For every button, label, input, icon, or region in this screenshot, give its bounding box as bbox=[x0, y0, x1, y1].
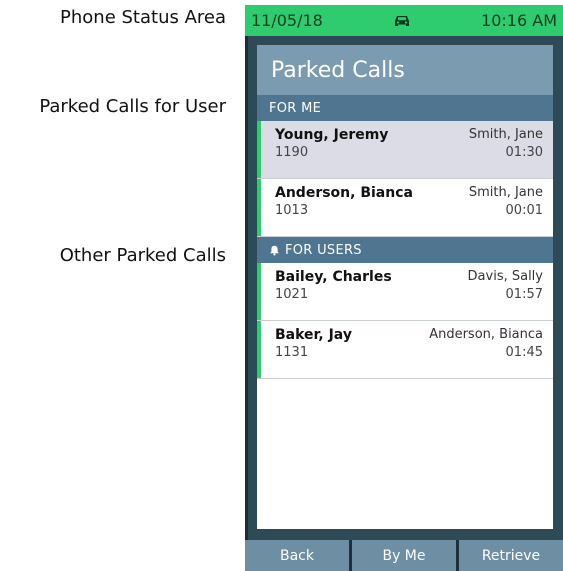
row-accent bbox=[257, 263, 261, 320]
parked-call-row[interactable]: Bailey, Charles Davis, Sally 1021 01:57 bbox=[257, 263, 553, 321]
caller-name: Young, Jeremy bbox=[275, 127, 389, 143]
caller-extension: 1021 bbox=[275, 287, 309, 302]
caller-name: Anderson, Bianca bbox=[275, 185, 413, 201]
caller-extension: 1190 bbox=[275, 145, 309, 160]
section-header-for-me: FOR ME bbox=[257, 95, 553, 121]
parked-by: Anderson, Bianca bbox=[429, 327, 543, 342]
parked-call-row[interactable]: Young, Jeremy Smith, Jane 1190 01:30 bbox=[257, 121, 553, 179]
parked-calls-panel: Parked Calls FOR ME Young, Jeremy Smith,… bbox=[257, 45, 553, 529]
section-header-label: FOR USERS bbox=[285, 242, 362, 258]
row-accent bbox=[257, 179, 261, 236]
status-bar: 11/05/18 10:16 AM bbox=[245, 5, 563, 36]
softkey-bar: Back By Me Retrieve bbox=[245, 540, 563, 571]
status-date: 11/05/18 bbox=[251, 11, 323, 30]
screen-edge bbox=[245, 36, 248, 540]
page-title: Parked Calls bbox=[257, 45, 553, 95]
caller-name: Baker, Jay bbox=[275, 327, 352, 343]
row-accent bbox=[257, 121, 261, 178]
caller-extension: 1131 bbox=[275, 345, 309, 360]
back-softkey[interactable]: Back bbox=[245, 540, 349, 571]
bell-icon bbox=[269, 245, 280, 256]
park-duration: 01:45 bbox=[505, 345, 543, 360]
label-other-parked-calls: Other Parked Calls bbox=[59, 245, 226, 266]
park-duration: 00:01 bbox=[505, 203, 543, 218]
section-header-for-users: FOR USERS bbox=[257, 237, 553, 263]
label-parked-calls-for-user: Parked Calls for User bbox=[39, 96, 226, 117]
park-duration: 01:30 bbox=[505, 145, 543, 160]
by-me-softkey[interactable]: By Me bbox=[352, 540, 456, 571]
caller-name: Bailey, Charles bbox=[275, 269, 392, 285]
retrieve-softkey[interactable]: Retrieve bbox=[459, 540, 563, 571]
parked-by: Smith, Jane bbox=[468, 185, 543, 200]
parked-by: Davis, Sally bbox=[467, 269, 543, 284]
caller-extension: 1013 bbox=[275, 203, 309, 218]
status-time: 10:16 AM bbox=[481, 11, 557, 30]
parked-by: Smith, Jane bbox=[468, 127, 543, 142]
phone-screen: 11/05/18 10:16 AM Parked Calls FOR ME Yo… bbox=[245, 5, 563, 571]
label-phone-status-area: Phone Status Area bbox=[60, 7, 226, 28]
parked-call-row[interactable]: Baker, Jay Anderson, Bianca 1131 01:45 bbox=[257, 321, 553, 379]
car-icon bbox=[323, 14, 481, 28]
row-accent bbox=[257, 321, 261, 378]
parked-call-row[interactable]: Anderson, Bianca Smith, Jane 1013 00:01 bbox=[257, 179, 553, 237]
park-duration: 01:57 bbox=[505, 287, 543, 302]
